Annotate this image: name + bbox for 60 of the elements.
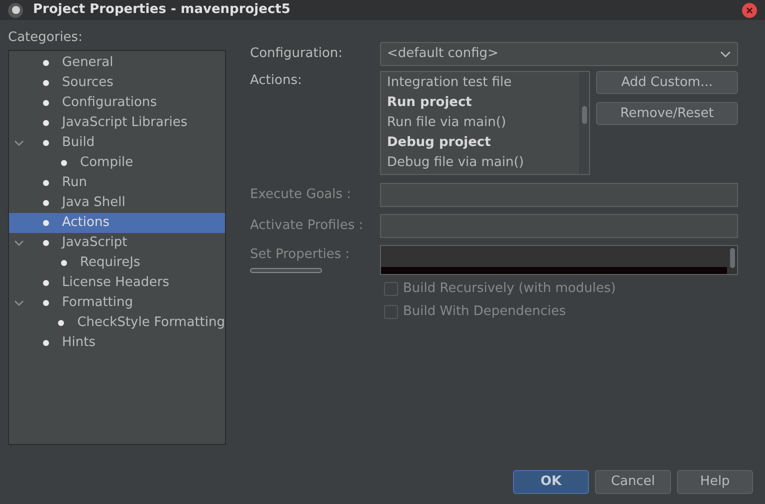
bullet-icon bbox=[43, 140, 49, 146]
category-item[interactable]: JavaScript Libraries bbox=[62, 113, 188, 133]
bullet-icon bbox=[61, 160, 67, 166]
dialog-button[interactable]: OK bbox=[513, 470, 589, 494]
category-item[interactable]: CheckStyle Formatting bbox=[77, 313, 225, 333]
bullet-icon bbox=[58, 320, 64, 326]
set-properties-label: Set Properties : bbox=[250, 246, 351, 264]
chevron-down-icon[interactable] bbox=[14, 300, 24, 306]
category-item[interactable]: Build bbox=[62, 133, 95, 153]
field-label: Activate Profiles : bbox=[250, 217, 364, 236]
dropdown-value: <default config> bbox=[387, 45, 500, 64]
bullet-icon bbox=[43, 100, 49, 106]
bullet-icon bbox=[43, 80, 49, 86]
bullet-icon bbox=[61, 260, 67, 266]
category-item[interactable]: Hints bbox=[62, 333, 96, 353]
category-item[interactable]: License Headers bbox=[62, 273, 170, 293]
checkbox-label: Build With Dependencies bbox=[403, 303, 566, 322]
action-item[interactable]: Debug file via main() bbox=[387, 153, 579, 173]
category-item[interactable]: Java Shell bbox=[62, 193, 126, 213]
action-item[interactable]: Run file via main() bbox=[387, 113, 579, 133]
configuration-label: Configuration: bbox=[250, 45, 344, 64]
category-item[interactable]: Sources bbox=[62, 73, 114, 93]
close-icon[interactable] bbox=[742, 2, 757, 18]
window-menu-icon[interactable] bbox=[8, 2, 23, 18]
field-label: Execute Goals : bbox=[250, 186, 352, 204]
configuration-dropdown[interactable]: <default config> bbox=[380, 42, 738, 66]
action-item[interactable]: Integration test file bbox=[387, 73, 579, 93]
bullet-icon bbox=[43, 60, 49, 66]
checkbox-label: Build Recursively (with modules) bbox=[403, 280, 616, 298]
action-button[interactable]: Remove/Reset bbox=[596, 102, 738, 125]
categories-label: Categories: bbox=[8, 29, 84, 47]
scrollbar-thumb[interactable] bbox=[582, 106, 586, 124]
category-item[interactable]: RequireJs bbox=[80, 253, 140, 273]
category-item[interactable]: Formatting bbox=[62, 293, 134, 313]
category-item[interactable]: Configurations bbox=[62, 93, 157, 113]
bullet-icon bbox=[43, 200, 49, 206]
action-button[interactable]: Add Custom... bbox=[596, 71, 738, 94]
chevron-down-icon bbox=[720, 50, 731, 58]
bullet-icon bbox=[43, 180, 49, 186]
action-item[interactable]: Debug project bbox=[387, 133, 579, 153]
bullet-icon bbox=[43, 280, 49, 286]
actions-label: Actions: bbox=[250, 72, 303, 89]
add-button[interactable] bbox=[250, 268, 322, 272]
action-item[interactable]: Run project bbox=[387, 93, 579, 113]
dialog-button[interactable]: Cancel bbox=[595, 470, 671, 494]
properties-text-area[interactable] bbox=[380, 245, 738, 275]
category-item[interactable]: JavaScript bbox=[62, 233, 128, 253]
bullet-icon bbox=[43, 300, 49, 306]
category-item[interactable]: Run bbox=[62, 173, 87, 193]
window-title: Project Properties - mavenproject5 bbox=[33, 1, 290, 20]
bullet-icon bbox=[43, 120, 49, 126]
bullet-icon bbox=[43, 240, 49, 246]
scrollbar-thumb[interactable] bbox=[730, 248, 734, 268]
bullet-icon bbox=[43, 340, 49, 346]
category-item[interactable]: Compile bbox=[80, 153, 134, 173]
dialog-button[interactable]: Help bbox=[677, 470, 753, 494]
chevron-down-icon[interactable] bbox=[14, 140, 24, 146]
bullet-icon bbox=[43, 220, 49, 226]
category-item[interactable]: General bbox=[62, 53, 114, 73]
chevron-down-icon[interactable] bbox=[14, 240, 24, 246]
